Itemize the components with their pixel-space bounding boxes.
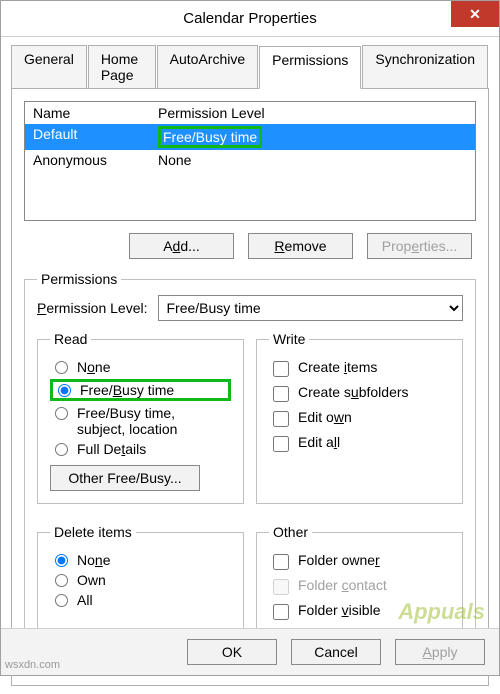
delete-none-label: None xyxy=(77,552,111,568)
permission-level-label: Permission Level: xyxy=(37,300,148,316)
window-title: Calendar Properties xyxy=(1,10,499,27)
cell-name: Anonymous xyxy=(33,152,158,168)
tab-permissions[interactable]: Permissions xyxy=(259,46,361,89)
add-label: Add... xyxy=(163,238,200,254)
other-folder-visible[interactable]: Folder visible xyxy=(269,602,450,623)
tab-home-page[interactable]: Home Page xyxy=(88,45,156,88)
remove-button[interactable]: Remove xyxy=(248,233,353,259)
write-create-subfolders-checkbox[interactable] xyxy=(273,386,289,402)
folder-owner-label: Folder owner xyxy=(298,552,380,568)
read-group: Read None Free/Busy time Free/Busy time,… xyxy=(37,331,244,504)
list-row[interactable]: Anonymous None xyxy=(25,150,475,170)
highlight-permission-level: Free/Busy time xyxy=(158,126,262,148)
cell-permission-level: Free/Busy time xyxy=(158,126,262,148)
cancel-button[interactable]: Cancel xyxy=(291,639,381,665)
cell-name: Default xyxy=(33,126,158,148)
permissions-list[interactable]: Name Permission Level Default Free/Busy … xyxy=(24,101,476,221)
delete-own-radio[interactable] xyxy=(55,574,68,587)
tab-panel-permissions: Name Permission Level Default Free/Busy … xyxy=(11,89,489,686)
titlebar: Calendar Properties ✕ xyxy=(1,1,499,37)
read-none-radio[interactable] xyxy=(55,361,68,374)
other-folder-contact: Folder contact xyxy=(269,577,450,598)
folder-visible-checkbox[interactable] xyxy=(273,604,289,620)
delete-none-radio[interactable] xyxy=(55,554,68,567)
permissions-group: Permissions Permission Level: Free/Busy … xyxy=(24,271,476,663)
delete-all-label: All xyxy=(77,592,93,608)
write-legend: Write xyxy=(269,331,309,347)
dialog-window: Calendar Properties ✕ General Home Page … xyxy=(0,0,500,676)
other-legend: Other xyxy=(269,524,312,540)
list-header: Name Permission Level xyxy=(25,102,475,124)
folder-contact-checkbox xyxy=(273,579,289,595)
write-create-items-checkbox[interactable] xyxy=(273,361,289,377)
delete-legend: Delete items xyxy=(50,524,136,540)
write-edit-all[interactable]: Edit all xyxy=(269,434,450,455)
tab-general[interactable]: General xyxy=(11,45,87,88)
permission-level-select[interactable]: Free/Busy time xyxy=(158,295,464,321)
delete-own[interactable]: Own xyxy=(50,572,231,588)
close-icon: ✕ xyxy=(469,6,481,23)
write-create-items[interactable]: Create items xyxy=(269,359,450,380)
tab-strip: General Home Page AutoArchive Permission… xyxy=(11,45,489,89)
col-name: Name xyxy=(33,105,158,121)
read-freebusy-detail[interactable]: Free/Busy time,subject, location xyxy=(50,405,231,437)
read-freebusy-radio[interactable] xyxy=(58,384,71,397)
cell-permission-level: None xyxy=(158,152,191,168)
read-full-details-radio[interactable] xyxy=(55,443,68,456)
close-button[interactable]: ✕ xyxy=(451,1,499,27)
write-create-subfolders-label: Create subfolders xyxy=(298,384,409,400)
folder-visible-label: Folder visible xyxy=(298,602,380,618)
read-full-details-label: Full Details xyxy=(77,441,146,457)
delete-all-radio[interactable] xyxy=(55,594,68,607)
write-group: Write Create items Create subfolders Edi… xyxy=(256,331,463,504)
write-edit-own-label: Edit own xyxy=(298,409,352,425)
write-edit-all-label: Edit all xyxy=(298,434,340,450)
col-permission-level: Permission Level xyxy=(158,105,265,121)
delete-own-label: Own xyxy=(77,572,106,588)
remove-label: Remove xyxy=(274,238,326,254)
other-folder-owner[interactable]: Folder owner xyxy=(269,552,450,573)
folder-contact-label: Folder contact xyxy=(298,577,387,593)
permission-level-row: Permission Level: Free/Busy time xyxy=(37,295,463,321)
folder-owner-checkbox[interactable] xyxy=(273,554,289,570)
list-buttons: Add... Remove Properties... xyxy=(24,233,476,259)
delete-none[interactable]: None xyxy=(50,552,231,568)
list-row[interactable]: Default Free/Busy time xyxy=(25,124,475,150)
tab-synchronization[interactable]: Synchronization xyxy=(362,45,488,88)
content-area: General Home Page AutoArchive Permission… xyxy=(1,37,499,694)
write-edit-all-checkbox[interactable] xyxy=(273,436,289,452)
apply-button: Apply xyxy=(395,639,485,665)
write-edit-own-checkbox[interactable] xyxy=(273,411,289,427)
read-freebusy-detail-label: Free/Busy time,subject, location xyxy=(77,405,177,437)
read-freebusy-detail-radio[interactable] xyxy=(55,407,68,420)
dialog-buttons: OK Cancel Apply xyxy=(1,628,499,675)
tab-autoarchive[interactable]: AutoArchive xyxy=(157,45,258,88)
ok-button[interactable]: OK xyxy=(187,639,277,665)
read-none[interactable]: None xyxy=(50,359,231,375)
write-create-subfolders[interactable]: Create subfolders xyxy=(269,384,450,405)
write-create-items-label: Create items xyxy=(298,359,377,375)
delete-all[interactable]: All xyxy=(50,592,231,608)
write-edit-own[interactable]: Edit own xyxy=(269,409,450,430)
apply-label: Apply xyxy=(422,644,457,660)
add-button[interactable]: Add... xyxy=(129,233,234,259)
other-freebusy-button[interactable]: Other Free/Busy... xyxy=(50,465,200,491)
other-group: Other Folder owner Folder contact Folder… xyxy=(256,524,463,640)
read-none-label: None xyxy=(77,359,111,375)
read-full-details[interactable]: Full Details xyxy=(50,441,231,457)
permissions-legend: Permissions xyxy=(37,271,121,287)
delete-group: Delete items None Own All xyxy=(37,524,244,640)
read-write-columns: Read None Free/Busy time Free/Busy time,… xyxy=(37,331,463,514)
read-freebusy[interactable]: Free/Busy time xyxy=(50,379,231,401)
read-legend: Read xyxy=(50,331,91,347)
properties-label: Properties... xyxy=(382,238,458,254)
read-freebusy-label: Free/Busy time xyxy=(80,382,174,398)
properties-button: Properties... xyxy=(367,233,472,259)
